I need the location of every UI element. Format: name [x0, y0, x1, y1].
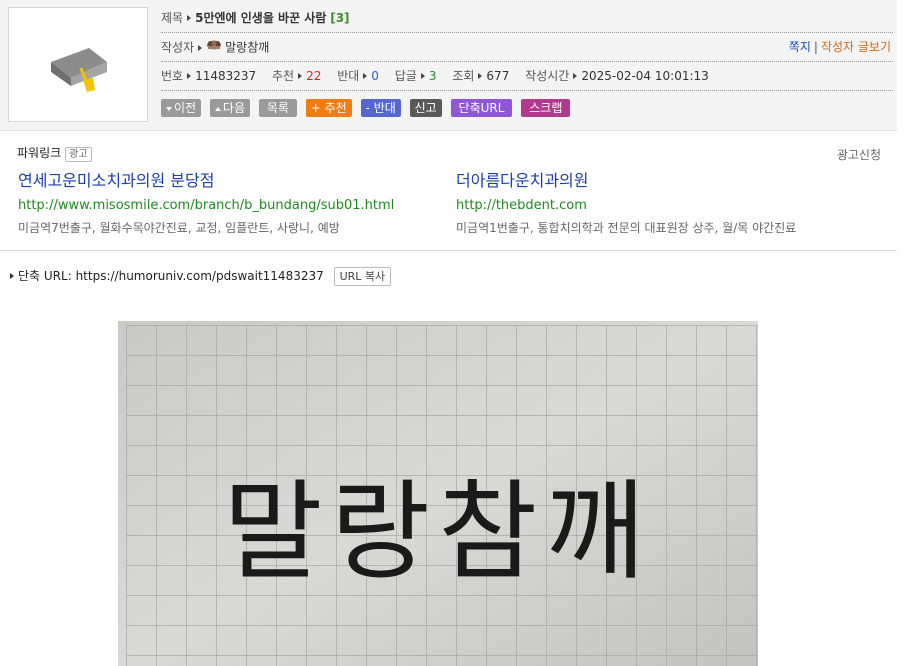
powerlink-ads: 파워링크 광고 광고신청 연세고운미소치과의원 분당점 http://www.mi… — [0, 131, 897, 251]
ad-description: 미금역7번출구, 월화수목야간진료, 교정, 임플란트, 사랑니, 예방 — [18, 221, 340, 235]
post-title: 5만엔에 인생을 바꾼 사람 — [195, 11, 327, 25]
post-info: 제목 5만엔에 인생을 바꾼 사람 [3] 작성자 말랑참깨 쪽지 | 작성자 글보기 … — [161, 4, 893, 91]
list-button[interactable]: 목록 — [258, 99, 297, 117]
ads-title: 파워링크 — [17, 146, 62, 160]
ad-item: 더아름다운치과의원 http://thebdent.com 미금역1번출구, 통… — [456, 170, 876, 236]
arrow-icon — [478, 73, 483, 79]
recommend-count: 22 — [306, 69, 322, 83]
short-url-row: 단축 URL: https://humoruniv.com/pdswait114… — [10, 266, 392, 286]
arrow-icon — [10, 273, 14, 279]
recommend-button[interactable]: + 추천 — [305, 99, 352, 117]
next-button[interactable]: 다음 — [209, 99, 251, 117]
arrow-icon — [187, 73, 192, 79]
next-button-label: 다음 — [222, 101, 246, 115]
handwriting-text: 말랑참깨 — [223, 470, 652, 595]
author-row: 작성자 말랑참깨 쪽지 | 작성자 글보기 — [161, 33, 893, 62]
comment-count[interactable]: [3] — [330, 11, 349, 25]
author-links: 쪽지 | 작성자 글보기 — [789, 33, 891, 61]
message-link[interactable]: 쪽지 — [789, 40, 811, 54]
copy-url-button[interactable]: URL 복사 — [333, 267, 392, 286]
ad-url[interactable]: http://www.misosmile.com/branch/b_bundan… — [18, 197, 438, 215]
arrow-icon — [420, 73, 425, 79]
author-posts-link[interactable]: 작성자 글보기 — [821, 40, 891, 54]
ad-title[interactable]: 더아름다운치과의원 — [456, 170, 876, 192]
dog-icon — [206, 33, 222, 61]
arrow-icon — [298, 73, 303, 79]
short-url-label: 단축 URL: — [18, 269, 72, 283]
views-count: 677 — [486, 69, 510, 83]
handwriting-photo: 말랑참깨 — [118, 321, 758, 666]
reply-label: 답글 — [394, 69, 417, 83]
ad-badge: 광고 — [65, 147, 92, 162]
prev-button[interactable]: 이전 — [161, 99, 202, 117]
triangle-up-icon — [214, 106, 221, 111]
title-label: 제목 — [161, 11, 184, 25]
ad-url[interactable]: http://thebdent.com — [456, 197, 876, 215]
triangle-down-icon — [166, 106, 172, 111]
post-header: 제목 5만엔에 인생을 바꾼 사람 [3] 작성자 말랑참깨 쪽지 | 작성자 글보기 … — [0, 0, 897, 131]
link-separator: | — [813, 40, 818, 54]
oppose-button[interactable]: - 반대 — [360, 99, 401, 117]
arrow-icon — [187, 15, 192, 21]
ad-title[interactable]: 연세고운미소치과의원 분당점 — [18, 170, 438, 192]
post-image[interactable]: 말랑참깨 — [118, 321, 758, 666]
oppose-label: 반대 — [337, 69, 360, 83]
reply-count: 3 — [428, 69, 437, 83]
number-label: 번호 — [161, 69, 184, 83]
graduation-cap-icon — [51, 48, 107, 92]
ads-header: 파워링크 광고 — [17, 144, 92, 162]
post-number: 11483237 — [195, 69, 257, 83]
ad-description: 미금역1번출구, 통합치의학과 전문의 대표원장 상주, 월/목 야간진료 — [456, 221, 797, 235]
date-label: 작성시간 — [525, 69, 570, 83]
prev-button-label: 이전 — [174, 101, 197, 115]
scrap-button[interactable]: 스크랩 — [521, 99, 571, 117]
ad-item: 연세고운미소치과의원 분당점 http://www.misosmile.com/… — [18, 170, 438, 236]
views-label: 조회 — [452, 69, 475, 83]
report-button[interactable]: 신고 — [409, 99, 442, 117]
arrow-icon — [363, 73, 368, 79]
post-action-buttons: 이전 다음 목록 + 추천 - 반대 신고 단축URL 스크랩 — [161, 99, 575, 117]
recommend-label: 추천 — [272, 69, 295, 83]
author-name[interactable]: 말랑참깨 — [225, 41, 269, 55]
short-url-button[interactable]: 단축URL — [450, 99, 513, 117]
short-url-value: https://humoruniv.com/pdswait11483237 — [75, 269, 324, 283]
stats-row: 번호 11483237 추천 22 반대 0 답글 3 조회 677 작성시간 2025-0… — [161, 62, 893, 91]
arrow-icon — [573, 73, 578, 79]
ad-apply-link[interactable]: 광고신청 — [837, 146, 881, 163]
arrow-icon — [198, 44, 203, 51]
oppose-count: 0 — [371, 69, 379, 83]
author-label: 작성자 — [161, 40, 195, 55]
title-row: 제목 5만엔에 인생을 바꾼 사람 [3] — [161, 4, 893, 33]
profile-image — [8, 7, 148, 122]
post-date: 2025-02-04 10:01:13 — [581, 69, 709, 83]
